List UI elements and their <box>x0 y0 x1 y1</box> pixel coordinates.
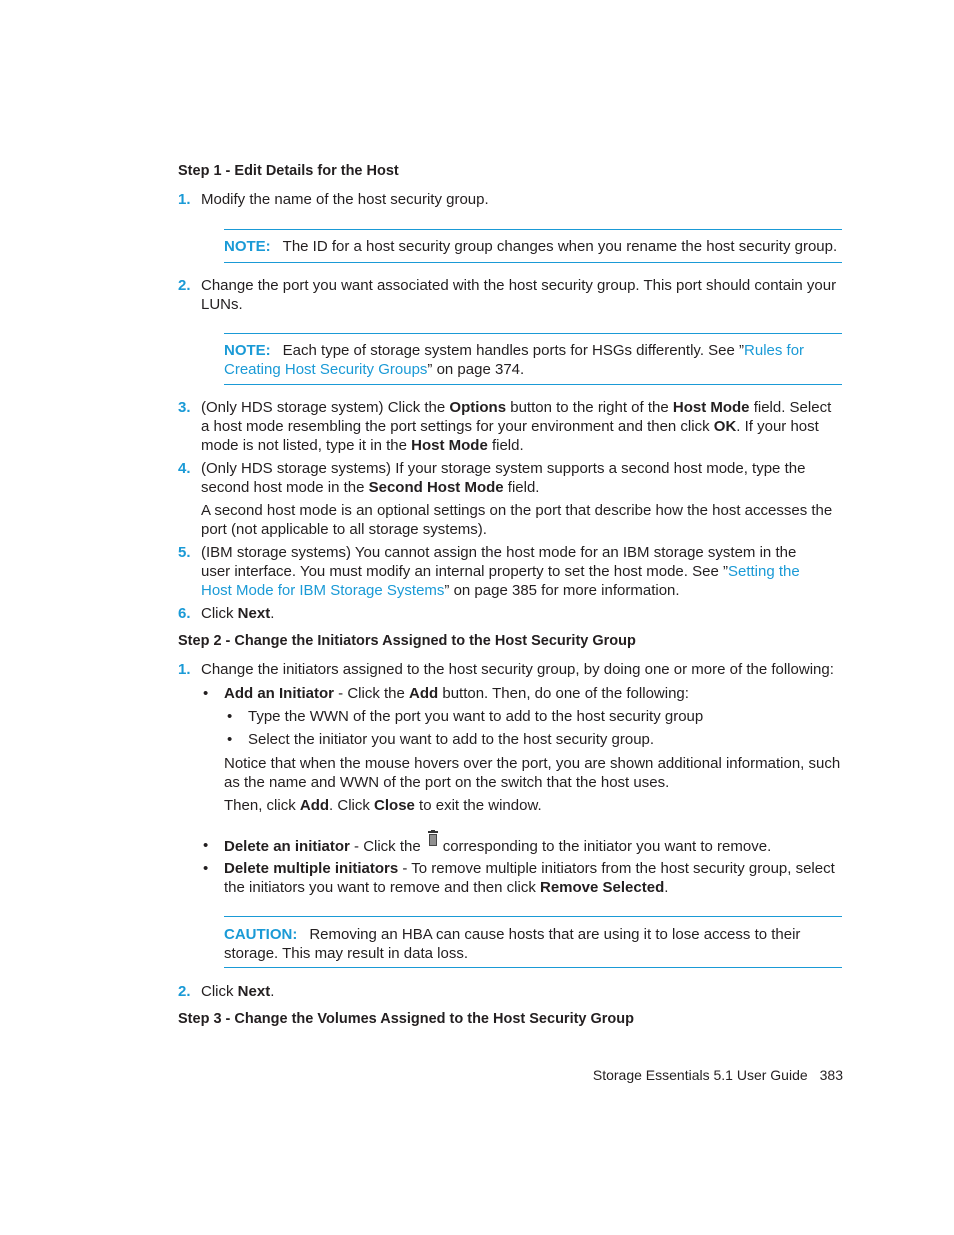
text-run: (IBM storage systems) You cannot assign … <box>201 544 797 580</box>
step3-heading: Step 3 - Change the Volumes Assigned to … <box>178 1011 635 1027</box>
text-run: Then, click <box>224 797 300 814</box>
step1-item-2: Change the port you want associated with… <box>201 276 843 314</box>
bold-text: Add an Initiator <box>224 685 334 702</box>
list-number: 6. <box>178 605 191 622</box>
text-run: corresponding to the initiator you want … <box>442 838 772 855</box>
bullet: • <box>227 708 233 725</box>
step1-item-6: Click Next. <box>201 604 843 623</box>
text-run: . <box>664 879 669 896</box>
text-run: Click <box>201 605 238 622</box>
bold-text: Next <box>237 983 271 1000</box>
bold-text: Delete an initiator <box>224 838 350 855</box>
page-footer: Storage Essentials 5.1 User Guide 383 <box>593 1066 843 1085</box>
caution-label: CAUTION: <box>224 926 298 943</box>
step2-heading: Step 2 - Change the Initiators Assigned … <box>178 633 636 649</box>
page-number: 383 <box>819 1067 843 1083</box>
text-run: Change the port you want associated with… <box>201 277 837 313</box>
text-run: - Click the <box>349 838 421 855</box>
text-run: ” on page 374. <box>427 361 525 378</box>
bullet: • <box>227 731 233 748</box>
text-run: button. Then, do one of the following: <box>438 685 689 702</box>
bullet-delete-initiator: Delete an initiator - Click the correspon… <box>224 830 843 856</box>
step1-item-1: Modify the name of the host security gro… <box>201 190 843 209</box>
text-run: field. <box>503 479 540 496</box>
sub-bullet-select-initiator: Select the initiator you want to add to … <box>248 730 843 749</box>
note-2: NOTE: Each type of storage system handles… <box>224 341 814 379</box>
list-number: 1. <box>178 191 191 208</box>
text-run: Each type of storage system handles port… <box>282 342 745 359</box>
list-number: 1. <box>178 661 191 678</box>
then-paragraph: Then, click Add. Click Close to exit the… <box>224 796 843 815</box>
text-run: Notice that when the mouse hovers over t… <box>224 755 841 791</box>
step1-item-4: (Only HDS storage systems) If your stora… <box>201 459 811 497</box>
caution-rule <box>224 916 842 917</box>
bold-text: Add <box>409 685 439 702</box>
text-run: Type the WWN of the port you want to add… <box>248 708 704 725</box>
list-number: 2. <box>178 983 191 1000</box>
bullet: • <box>203 685 209 702</box>
text-run: button to the right of the <box>506 399 673 416</box>
text-run: (Only HDS storage system) Click the <box>201 399 450 416</box>
bold-text: Add <box>299 797 330 814</box>
bold-text: Remove Selected <box>540 879 665 896</box>
text-run: The ID for a host security group changes… <box>282 238 838 255</box>
step2-item-2: Click Next. <box>201 982 843 1001</box>
text-run: Click <box>201 983 238 1000</box>
bold-text: Close <box>374 797 415 814</box>
bold-text: Next <box>237 605 271 622</box>
list-number: 5. <box>178 544 191 561</box>
caution: CAUTION: Removing an HBA can cause hosts … <box>224 925 814 963</box>
note-label: NOTE: <box>224 238 271 255</box>
step1-item-3: (Only HDS storage system) Click the Opti… <box>201 398 843 455</box>
text-run: . <box>270 983 275 1000</box>
bold-text: Second Host Mode <box>368 479 504 496</box>
caution-text: Removing an HBA can cause hosts that are… <box>224 926 800 962</box>
note-rule <box>224 333 842 334</box>
trash-icon <box>427 830 438 846</box>
text-run: . <box>270 605 275 622</box>
bold-text: Host Mode <box>411 437 488 454</box>
note-label: NOTE: <box>224 342 271 359</box>
text-run: . Click <box>329 797 375 814</box>
text-run: A second host mode is an optional settin… <box>201 502 833 538</box>
bullet-add-initiator: Add an Initiator - Click the Add button.… <box>224 684 843 703</box>
text-run: Change the initiators assigned to the ho… <box>201 661 834 678</box>
text-run: ” on page 385 for more information. <box>444 582 680 599</box>
bullet-delete-multiple: Delete multiple initiators - To remove m… <box>224 859 843 897</box>
notice-paragraph: Notice that when the mouse hovers over t… <box>224 754 843 792</box>
step1-item-5: (IBM storage systems) You cannot assign … <box>201 543 826 600</box>
text-run: to exit the window. <box>414 797 542 814</box>
caution-rule <box>224 967 842 968</box>
delete-text: Delete an initiator - Click the <box>224 838 421 855</box>
list-number: 3. <box>178 399 191 416</box>
bold-text: Host Mode <box>672 399 750 416</box>
text-run: Removing an HBA can cause hosts that are… <box>224 926 801 962</box>
list-number: 4. <box>178 460 191 477</box>
note-1: NOTE: The ID for a host security group ch… <box>224 237 854 256</box>
note-text: The ID for a host security group changes… <box>283 238 837 255</box>
step2-item-1: Change the initiators assigned to the ho… <box>201 660 843 679</box>
text-run: - Click the <box>334 685 410 702</box>
bold-text: Options <box>449 399 507 416</box>
text-run: Modify the name of the host security gro… <box>201 191 489 208</box>
text-run: Select the initiator you want to add to … <box>248 731 655 748</box>
note-rule <box>224 262 842 263</box>
step1-heading: Step 1 - Edit Details for the Host <box>178 163 399 179</box>
bold-text: OK <box>713 418 737 435</box>
sub-bullet-type-wwn: Type the WWN of the port you want to add… <box>248 707 843 726</box>
note-text: Each type of storage system handles port… <box>224 342 804 378</box>
note-rule <box>224 384 842 385</box>
guide-title: Storage Essentials 5.1 User Guide <box>592 1067 808 1083</box>
text-run: field. <box>487 437 524 454</box>
bold-text: Delete multiple initiators <box>224 860 399 877</box>
note-rule <box>224 229 842 230</box>
bullet: • <box>203 860 209 877</box>
list-number: 2. <box>178 277 191 294</box>
delete-text: corresponding to the initiator you want … <box>443 838 772 855</box>
bullet: • <box>203 837 209 854</box>
step1-item-4-para: A second host mode is an optional settin… <box>201 501 843 539</box>
